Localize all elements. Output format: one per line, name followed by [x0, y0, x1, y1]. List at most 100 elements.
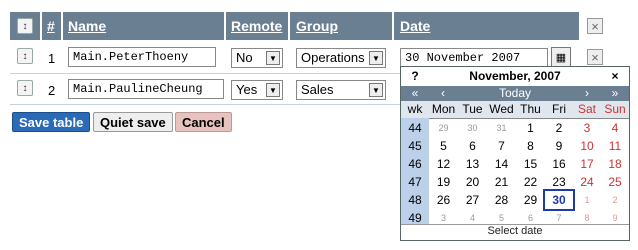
week-number: 46: [408, 157, 422, 171]
calendar-day[interactable]: 21: [487, 173, 516, 191]
today-button[interactable]: Today: [457, 86, 573, 101]
calendar-title-bar: ? November, 2007 ×: [401, 67, 629, 87]
close-icon[interactable]: ×: [601, 67, 629, 86]
calendar-week-row: 48 26 27 28 29 30 1 2: [401, 189, 629, 211]
group-value: Operations: [301, 50, 365, 65]
remote-value: Yes: [236, 82, 258, 97]
weekday-label: Wed: [489, 102, 514, 116]
weekday-label: Tue: [462, 102, 483, 116]
calendar-day[interactable]: 14: [487, 155, 516, 173]
header-name[interactable]: Name: [68, 18, 106, 34]
calendar-day[interactable]: 2: [545, 119, 573, 137]
calendar-day[interactable]: 7: [487, 137, 516, 155]
chevron-down-icon[interactable]: ▼: [369, 83, 383, 97]
group-select[interactable]: Sales ▼: [296, 80, 386, 100]
calendar-day[interactable]: 5: [429, 137, 458, 155]
chevron-down-icon[interactable]: ▼: [266, 83, 280, 97]
calendar-day[interactable]: 9: [545, 137, 573, 155]
week-number: 48: [408, 193, 422, 207]
calendar-day[interactable]: 23: [545, 173, 573, 191]
calendar-week-row: 46 12 13 14 15 16 17 18: [401, 155, 629, 173]
delete-row-icon[interactable]: ×: [587, 49, 603, 65]
group-select[interactable]: Operations ▼: [296, 48, 386, 68]
calendar-popup: ? November, 2007 × « ‹ Today › » wk Mon Tu…: [400, 66, 630, 241]
weekday-label: Sun: [604, 102, 626, 116]
prev-year-button[interactable]: «: [401, 86, 429, 101]
header-divider: [224, 12, 226, 40]
week-column-label: wk: [407, 102, 423, 116]
week-number: 47: [408, 175, 422, 189]
calendar-day[interactable]: 22: [516, 173, 545, 191]
weekday-label: Mon: [431, 102, 456, 116]
calendar-day[interactable]: 1: [516, 119, 545, 137]
week-number: 44: [408, 121, 422, 135]
calendar-day[interactable]: 16: [545, 155, 573, 173]
row-move-icon[interactable]: ↕: [17, 80, 33, 96]
calendar-day[interactable]: 20: [458, 173, 487, 191]
header-date[interactable]: Date: [400, 18, 430, 34]
row-number: 1: [48, 51, 56, 66]
header-remote[interactable]: Remote: [231, 18, 282, 34]
calendar-status: Select date: [401, 224, 629, 240]
calendar-day[interactable]: 12: [429, 155, 458, 173]
name-input[interactable]: Main.PaulineCheung: [68, 79, 224, 99]
calendar-week-row: 45 5 6 7 8 9 10 11: [401, 137, 629, 155]
calendar-day[interactable]: 31: [487, 119, 516, 137]
calendar-day[interactable]: 3: [573, 119, 601, 137]
calendar-day[interactable]: 26: [429, 191, 458, 209]
save-table-button[interactable]: Save table: [12, 112, 91, 132]
calendar-icon[interactable]: ▦: [551, 47, 571, 67]
header-group[interactable]: Group: [296, 18, 338, 34]
header-divider: [288, 12, 290, 40]
row-move-icon[interactable]: ↕: [17, 48, 33, 64]
weekday-label: Thu: [520, 102, 541, 116]
weekday-label: Fri: [552, 102, 566, 116]
remote-select[interactable]: No ▼: [231, 48, 283, 68]
header-divider: [392, 12, 394, 40]
calendar-day[interactable]: 8: [516, 137, 545, 155]
delete-column-icon[interactable]: ×: [587, 18, 603, 34]
calendar-day[interactable]: 19: [429, 173, 458, 191]
calendar-day[interactable]: 30: [458, 119, 487, 137]
chevron-down-icon[interactable]: ▼: [369, 51, 383, 65]
quiet-save-button[interactable]: Quiet save: [93, 112, 173, 132]
calendar-day[interactable]: 17: [573, 155, 601, 173]
prev-month-button[interactable]: ‹: [429, 86, 457, 101]
calendar-day[interactable]: 1: [573, 191, 601, 209]
group-value: Sales: [301, 82, 334, 97]
chevron-down-icon[interactable]: ▼: [266, 51, 280, 65]
calendar-day[interactable]: 29: [516, 191, 545, 209]
calendar-day[interactable]: 15: [516, 155, 545, 173]
calendar-day[interactable]: 11: [601, 137, 629, 155]
calendar-day[interactable]: 13: [458, 155, 487, 173]
help-button[interactable]: ?: [401, 67, 429, 86]
date-input[interactable]: 30 November 2007: [400, 48, 548, 68]
next-month-button[interactable]: ›: [573, 86, 601, 101]
calendar-day[interactable]: 4: [601, 119, 629, 137]
calendar-day[interactable]: 28: [487, 191, 516, 209]
calendar-day[interactable]: 18: [601, 155, 629, 173]
calendar-day[interactable]: 29: [429, 119, 458, 137]
remote-select[interactable]: Yes ▼: [231, 80, 283, 100]
header-divider: [61, 12, 63, 40]
calendar-week-row: 44 29 30 31 1 2 3 4: [401, 119, 629, 137]
calendar-nav-bar: « ‹ Today › »: [401, 86, 629, 101]
row-number: 2: [48, 83, 56, 98]
calendar-day[interactable]: 6: [458, 137, 487, 155]
calendar-day[interactable]: 25: [601, 173, 629, 191]
cancel-button[interactable]: Cancel: [175, 112, 232, 132]
calendar-day[interactable]: 24: [573, 173, 601, 191]
header-divider: [579, 12, 581, 40]
name-input[interactable]: Main.PeterThoeny: [68, 47, 216, 67]
header-num[interactable]: #: [47, 18, 55, 34]
sort-icon[interactable]: ↕: [17, 18, 33, 34]
next-year-button[interactable]: »: [601, 86, 629, 101]
header-divider: [40, 12, 42, 40]
weekday-header: wk Mon Tue Wed Thu Fri Sat Sun: [401, 101, 629, 119]
calendar-day[interactable]: 10: [573, 137, 601, 155]
calendar-week-row: 47 19 20 21 22 23 24 25: [401, 173, 629, 191]
calendar-day-selected[interactable]: 30: [543, 189, 575, 211]
calendar-day[interactable]: 27: [458, 191, 487, 209]
remote-value: No: [236, 50, 253, 65]
calendar-day[interactable]: 2: [601, 191, 629, 209]
